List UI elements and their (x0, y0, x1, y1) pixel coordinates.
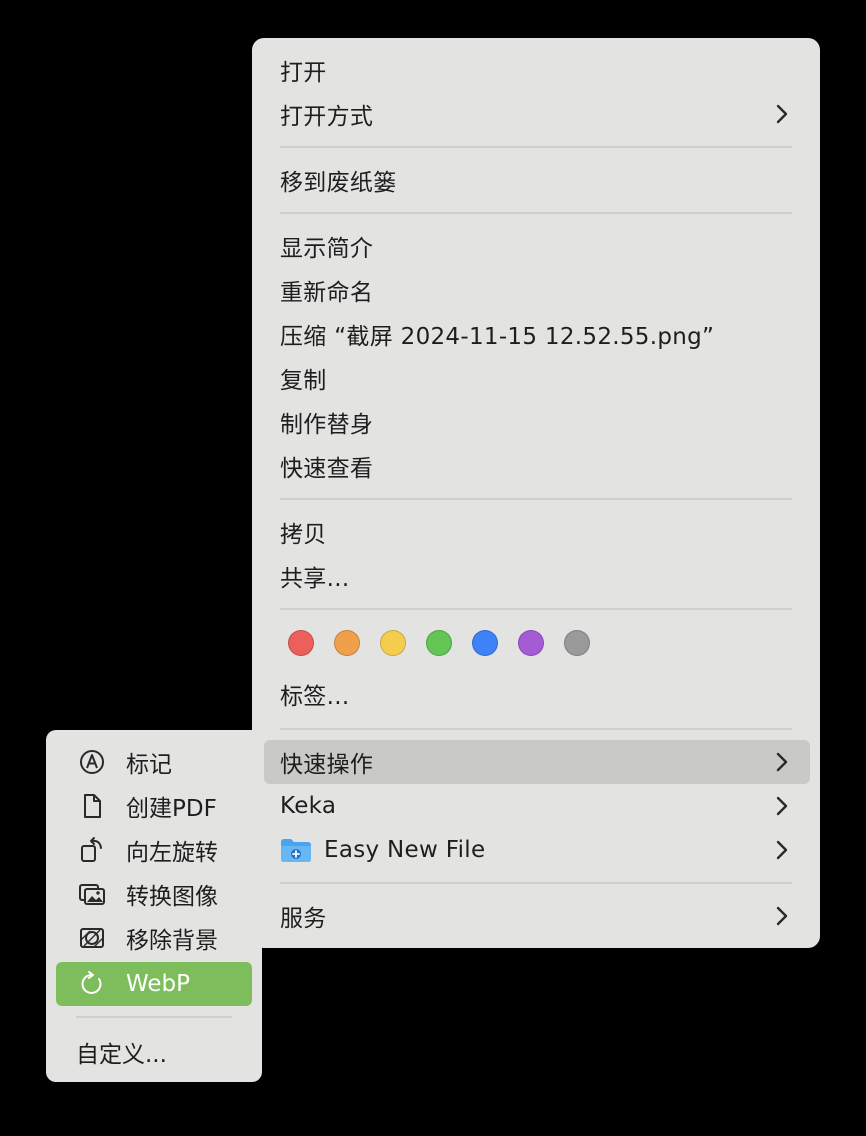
tag-yellow[interactable] (380, 630, 406, 656)
quick-actions-submenu: 标记 创建PDF 向左旋转 转换图像 移除背景 WebP 自定义... (46, 730, 262, 1082)
separator (280, 212, 792, 214)
menu-item-open[interactable]: 打开 (280, 50, 792, 90)
submenu-item-markup[interactable]: 标记 (46, 742, 262, 782)
photos-icon (79, 884, 105, 905)
submenu-item-convert-image[interactable]: 转换图像 (46, 874, 262, 914)
submenu-item-label: 向左旋转 (126, 840, 218, 866)
submenu-item-label: 转换图像 (126, 884, 218, 910)
tag-red[interactable] (288, 630, 314, 656)
separator (76, 1016, 232, 1018)
menu-item-label: 标签... (280, 684, 350, 710)
submenu-item-label: WebP (126, 971, 191, 997)
menu-item-label: 移到废纸篓 (280, 170, 397, 196)
menu-item-duplicate[interactable]: 复制 (280, 358, 792, 398)
menu-item-label: 制作替身 (280, 412, 374, 438)
separator (280, 882, 792, 884)
menu-item-label: 拷贝 (280, 522, 327, 548)
submenu-item-remove-background[interactable]: 移除背景 (46, 918, 262, 958)
menu-item-label: 快速操作 (280, 752, 374, 778)
menu-item-label: 服务 (280, 906, 327, 932)
menu-item-label: 打开 (280, 60, 327, 86)
chevron-right-icon (776, 906, 788, 926)
tag-gray[interactable] (564, 630, 590, 656)
chevron-right-icon (776, 796, 788, 816)
document-icon (84, 794, 101, 818)
refresh-icon (81, 971, 102, 994)
separator (280, 608, 792, 610)
chevron-right-icon (776, 752, 788, 772)
separator (280, 146, 792, 148)
menu-item-get-info[interactable]: 显示简介 (280, 226, 792, 266)
context-menu: 打开 打开方式 移到废纸篓 显示简介 重新命名 压缩 “截屏 2024-11-1… (252, 38, 820, 948)
chevron-right-icon (776, 840, 788, 860)
tag-purple[interactable] (518, 630, 544, 656)
submenu-item-create-pdf[interactable]: 创建PDF (46, 786, 262, 826)
menu-item-services[interactable]: 服务 (280, 896, 792, 936)
menu-item-tags[interactable]: 标签... (280, 674, 792, 714)
menu-item-label: 压缩 “截屏 2024-11-15 12.52.55.png” (280, 324, 715, 350)
menu-item-make-alias[interactable]: 制作替身 (280, 402, 792, 442)
menu-item-rename[interactable]: 重新命名 (280, 270, 792, 310)
markup-icon (80, 750, 104, 774)
menu-item-label: 快速查看 (280, 456, 374, 482)
submenu-item-label: 标记 (126, 752, 172, 778)
menu-item-label: Keka (280, 793, 337, 819)
menu-item-share[interactable]: 共享... (280, 556, 792, 596)
submenu-item-label: 移除背景 (126, 928, 218, 954)
menu-item-copy[interactable]: 拷贝 (280, 512, 792, 552)
tag-orange[interactable] (334, 630, 360, 656)
menu-item-label: 打开方式 (280, 104, 374, 130)
tag-blue[interactable] (472, 630, 498, 656)
chevron-right-icon (776, 104, 788, 124)
menu-item-quick-actions[interactable]: 快速操作 (280, 742, 792, 782)
menu-item-label: 复制 (280, 368, 327, 394)
separator (280, 728, 792, 730)
menu-item-easy-new-file[interactable]: Easy New File (280, 830, 792, 870)
menu-item-open-with[interactable]: 打开方式 (280, 94, 792, 134)
menu-item-label: 共享... (280, 566, 350, 592)
menu-item-label: 重新命名 (280, 280, 374, 306)
submenu-item-webp[interactable]: WebP (46, 964, 262, 1004)
separator (280, 498, 792, 500)
menu-item-move-to-trash[interactable]: 移到废纸篓 (280, 160, 792, 200)
submenu-item-customize[interactable]: 自定义... (46, 1032, 262, 1072)
tag-color-row (288, 630, 590, 656)
menu-item-keka[interactable]: Keka (280, 786, 792, 826)
folder-icon (281, 839, 311, 862)
menu-item-quick-look[interactable]: 快速查看 (280, 446, 792, 486)
rotate-left-icon (81, 837, 102, 862)
remove-background-icon (80, 928, 104, 948)
tag-green[interactable] (426, 630, 452, 656)
submenu-item-label: 自定义... (76, 1042, 167, 1068)
menu-item-compress[interactable]: 压缩 “截屏 2024-11-15 12.52.55.png” (280, 314, 792, 354)
menu-item-label: 显示简介 (280, 236, 374, 262)
submenu-item-rotate-left[interactable]: 向左旋转 (46, 830, 262, 870)
menu-item-label: Easy New File (324, 837, 486, 863)
submenu-item-label: 创建PDF (126, 796, 217, 822)
